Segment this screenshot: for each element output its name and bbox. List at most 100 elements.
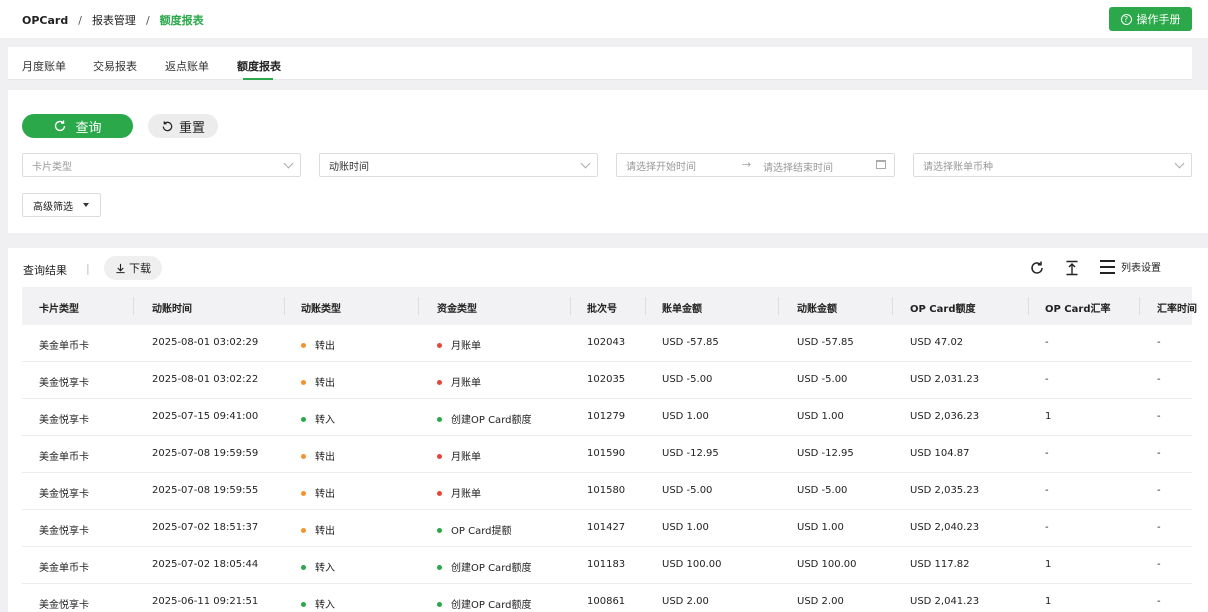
cell-movement-time: 2025-07-02 18:05:44 [152,559,258,570]
column-header-rate-time[interactable]: 汇率时间 [1157,300,1197,315]
cell-text: 月账单 [451,341,481,352]
query-button-label: 查询 [75,120,102,136]
cell-text: 转出 [315,341,335,352]
cell-text: 2025-08-01 03:02:29 [152,337,259,348]
tab-quota-report[interactable]: 额度报表 [237,58,281,74]
cell-quota: USD 104.87 [910,448,970,459]
cell-text: USD -12.95 [662,448,719,459]
cell-text: - [1157,596,1161,607]
currency-placeholder: 请选择账单币种 [923,161,993,173]
column-settings-button[interactable]: 列表设置 [1100,259,1161,274]
date-end-input[interactable]: 请选择结束时间 [763,159,833,174]
cell-text: - [1157,522,1161,533]
column-settings-label: 列表设置 [1121,263,1161,274]
cell-text: - [1157,374,1161,385]
reset-button[interactable]: 重置 [148,114,218,138]
table-row[interactable]: 美金悦享卡 2025-06-11 09:21:51 转入 创建OP Card额度 100… [22,584,1192,612]
cell-text: OP Card提额 [451,526,512,537]
cell-text: - [1045,485,1049,496]
cell-text: USD 100.00 [662,559,722,570]
cell-text: 2025-07-15 09:41:00 [152,411,259,422]
cell-text: USD 2.00 [797,596,844,607]
column-divider[interactable] [1028,297,1029,315]
arrow-right-icon: → [742,158,752,171]
download-button[interactable]: 下载 [104,256,162,280]
column-header-movement-type[interactable]: 动账类型 [301,300,341,315]
date-range-picker[interactable]: 请选择开始时间 → 请选择结束时间 [616,153,895,177]
status-dot [437,416,442,422]
cell-text: - [1045,522,1049,533]
status-dot [301,601,306,607]
column-header-exchange-rate[interactable]: OP Card汇率 [1045,300,1111,315]
cell-movement-amount: USD 1.00 [797,522,844,533]
advanced-filter-button[interactable]: 高级筛选 [22,193,101,217]
column-divider[interactable] [892,297,893,315]
table-row[interactable]: 美金悦享卡 2025-08-01 03:02:22 转出 月账单 102035 USD -… [22,362,1192,399]
breadcrumb: OPCard / 报表管理 / 额度报表 [22,12,204,28]
breadcrumb-separator: / [145,13,150,27]
breadcrumb-home[interactable]: OPCard [22,14,68,27]
column-divider[interactable] [570,297,571,315]
cell-quota: USD 2,040.23 [910,522,979,533]
cell-text: 美金悦享卡 [39,600,89,611]
table-row[interactable]: 美金单币卡 2025-07-08 19:59:59 转出 月账单 101590 USD -… [22,436,1192,473]
table-row[interactable]: 美金悦享卡 2025-07-08 19:59:55 转出 月账单 101580 USD -… [22,473,1192,510]
cell-text: - [1157,485,1161,496]
column-divider[interactable] [418,297,419,315]
column-divider[interactable] [1139,297,1140,315]
tab-monthly-bill[interactable]: 月度账单 [22,58,66,74]
status-dot [301,527,306,533]
cell-card-type: 美金悦享卡 [39,596,89,611]
cell-fund-type: 月账单 [437,374,481,389]
table-row[interactable]: 美金悦享卡 2025-07-02 18:51:37 转出 OP Card提额 10142… [22,510,1192,547]
date-start-input[interactable]: 请选择开始时间 [626,158,696,173]
cell-text: 转入 [315,600,335,611]
cell-text: 2025-07-08 19:59:59 [152,448,259,459]
table-header: 卡片类型 动账时间 动账类型 资金类型 批次号 账单金额 动账金额 OP Card额度 OP C… [22,287,1197,325]
manual-button[interactable]: ? 操作手册 [1109,7,1192,31]
cell-movement-time: 2025-08-01 03:02:29 [152,337,258,348]
cell-rate-time: - [1157,522,1161,533]
column-divider[interactable] [778,297,779,315]
cell-text: 创建OP Card额度 [451,600,532,611]
cell-text: - [1157,337,1161,348]
cell-text: 101427 [587,522,626,533]
tab-transaction-report[interactable]: 交易报表 [93,58,137,74]
refresh-icon[interactable] [1029,260,1045,280]
cell-text: 美金悦享卡 [39,526,89,537]
currency-select[interactable]: 请选择账单币种 [913,153,1192,177]
column-divider[interactable] [284,297,285,315]
column-header-movement-amount[interactable]: 动账金额 [797,300,837,315]
query-button[interactable]: 查询 [22,114,133,138]
result-title: 查询结果 [23,264,67,277]
column-divider[interactable] [133,297,134,315]
cell-text: USD 47.02 [910,337,964,348]
cell-text: USD -5.00 [662,374,713,385]
status-dot [301,453,306,459]
table-row[interactable]: 美金单币卡 2025-08-01 03:02:29 转出 月账单 102043 USD -… [22,325,1192,362]
filter-panel: 查询 重置 卡片类型 动账时间 请选择开始时间 → 请选择结束时间 请选择账单币… [8,90,1208,233]
breadcrumb-section[interactable]: 报表管理 [92,12,136,28]
cell-text: 101279 [587,411,626,422]
cell-fund-type: 月账单 [437,448,481,463]
movement-time-select[interactable]: 动账时间 [319,153,598,177]
tab-rebate-bill[interactable]: 返点账单 [165,58,209,74]
cell-batch-number: 101279 [587,411,625,422]
column-divider[interactable] [645,297,646,315]
column-header-card-type[interactable]: 卡片类型 [39,300,79,315]
card-type-select[interactable]: 卡片类型 [22,153,301,177]
column-header-bill-amount[interactable]: 账单金额 [662,300,702,315]
cell-text: 转出 [315,489,335,500]
chevron-down-icon [580,158,591,169]
cell-text: 创建OP Card额度 [451,415,532,426]
table-row[interactable]: 美金悦享卡 2025-07-15 09:41:00 转入 创建OP Card额度 101… [22,399,1192,436]
column-header-fund-type[interactable]: 资金类型 [437,300,477,315]
status-dot [437,601,442,607]
align-top-icon[interactable] [1065,260,1079,280]
column-header-batch-number[interactable]: 批次号 [587,300,617,315]
column-header-quota[interactable]: OP Card额度 [910,300,976,315]
column-header-movement-time[interactable]: 动账时间 [152,300,192,315]
download-icon [116,263,125,273]
cell-text: 美金悦享卡 [39,378,89,389]
table-row[interactable]: 美金单币卡 2025-07-02 18:05:44 转入 创建OP Card额度 101… [22,547,1192,584]
